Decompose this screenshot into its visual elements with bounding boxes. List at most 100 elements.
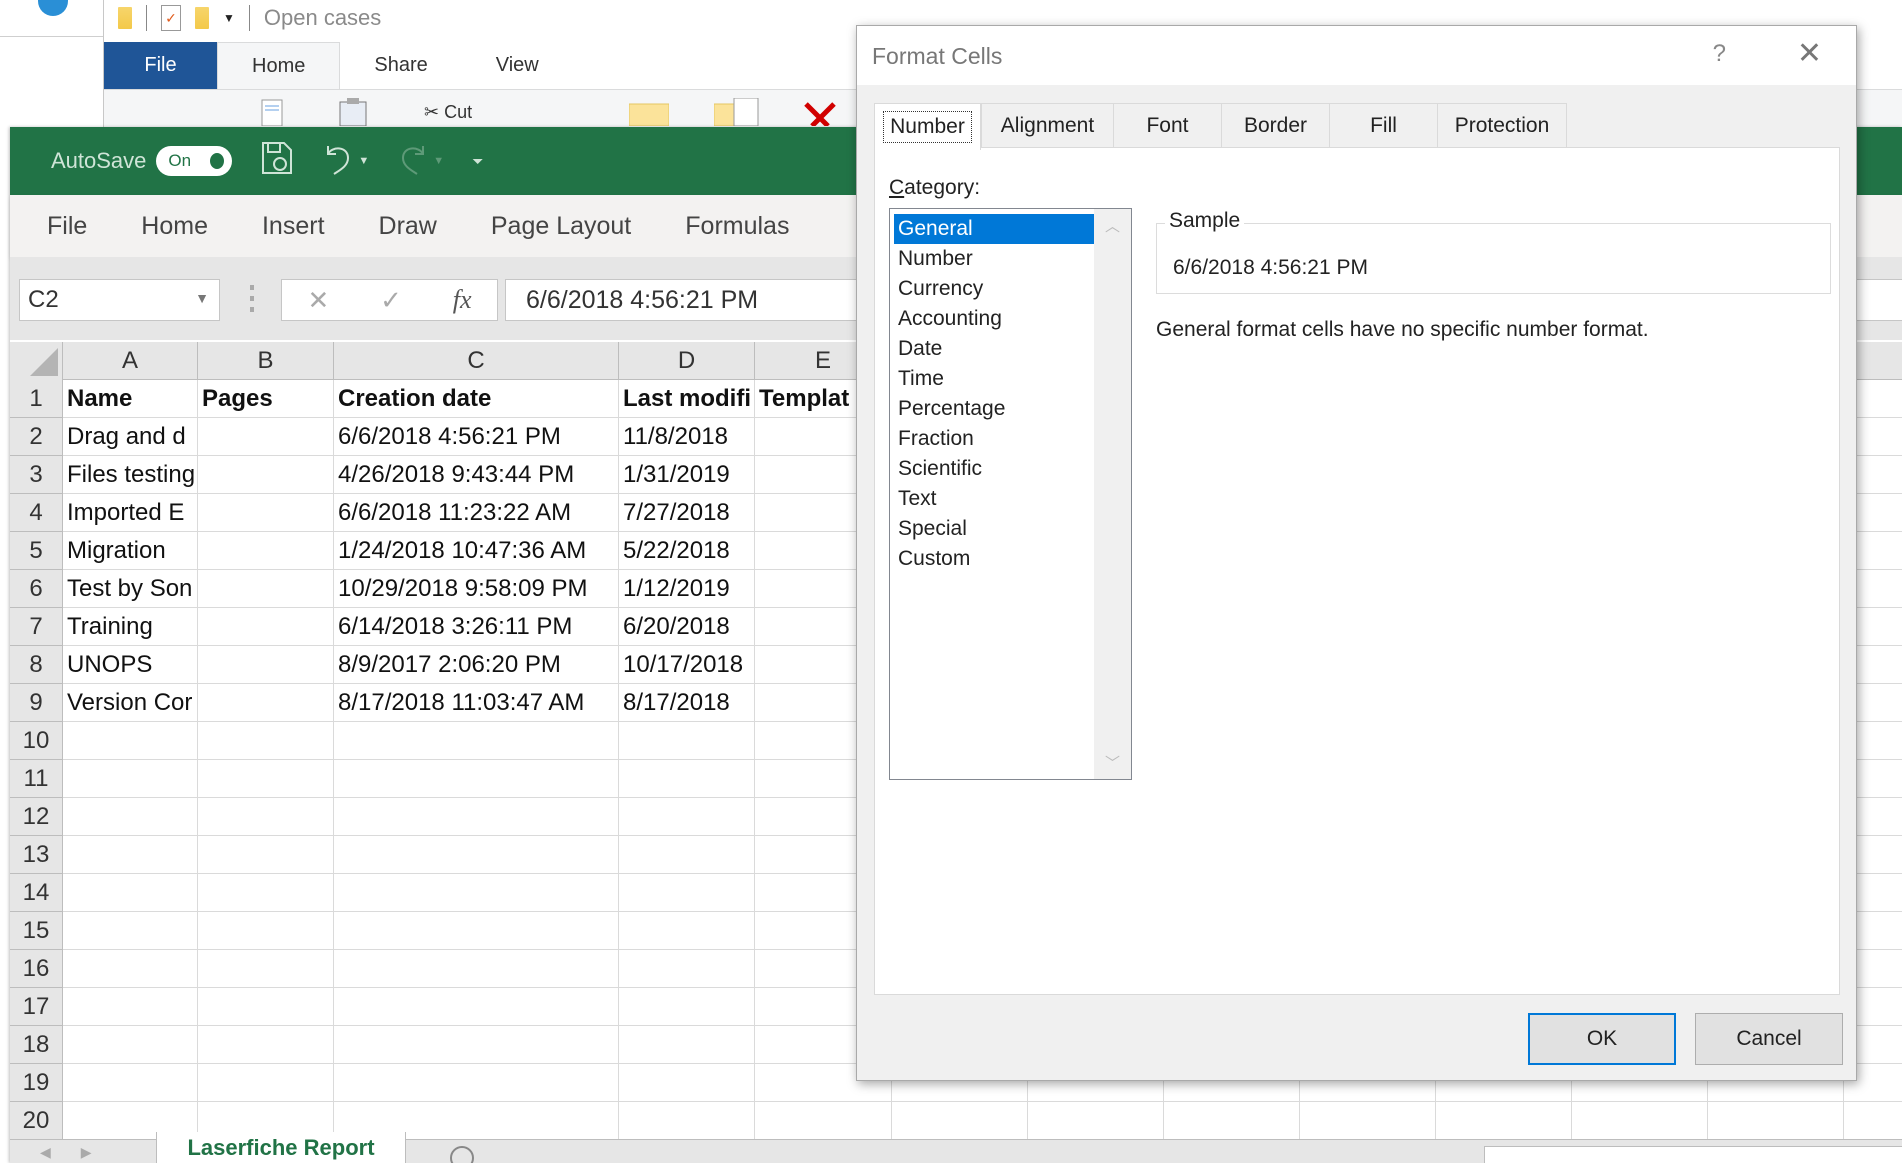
table-cell[interactable] (619, 722, 755, 760)
table-cell[interactable] (619, 950, 755, 988)
sheet-nav-arrows[interactable]: ◀▶ (40, 1144, 122, 1161)
row-header[interactable]: 17 (10, 988, 63, 1026)
table-cell[interactable] (619, 1064, 755, 1102)
tab-page-layout[interactable]: Page Layout (491, 212, 631, 241)
table-cell[interactable] (619, 1026, 755, 1064)
row-header[interactable]: 3 (10, 456, 63, 494)
row-header[interactable]: 15 (10, 912, 63, 950)
row-header[interactable]: 20 (10, 1102, 63, 1140)
row-header[interactable]: 11 (10, 760, 63, 798)
table-cell[interactable] (63, 836, 198, 874)
explorer-tab-share[interactable]: Share (340, 42, 461, 89)
tab-font[interactable]: Font (1113, 103, 1221, 148)
table-cell[interactable] (619, 874, 755, 912)
table-cell[interactable]: 10/29/2018 9:58:09 PM (334, 570, 619, 608)
scroll-down-icon[interactable]: ﹀ (1094, 752, 1131, 773)
table-cell[interactable] (63, 988, 198, 1026)
table-cell[interactable]: 7/27/2018 (619, 494, 755, 532)
table-cell[interactable] (198, 494, 334, 532)
scroll-up-icon[interactable]: ︿ (1094, 215, 1131, 236)
customize-dropdown-icon[interactable]: ▼ (223, 11, 235, 25)
table-cell[interactable] (198, 1026, 334, 1064)
table-cell[interactable] (334, 760, 619, 798)
undo-icon[interactable] (322, 140, 354, 183)
category-item[interactable]: General (894, 214, 1094, 244)
table-cell[interactable] (198, 760, 334, 798)
table-cell[interactable]: 8/17/2018 (619, 684, 755, 722)
category-item[interactable]: Percentage (894, 394, 1094, 424)
table-cell[interactable]: 4/26/2018 9:43:44 PM (334, 456, 619, 494)
table-cell[interactable] (619, 912, 755, 950)
row-header[interactable]: 13 (10, 836, 63, 874)
table-cell[interactable] (619, 760, 755, 798)
table-cell[interactable] (198, 950, 334, 988)
tab-fill[interactable]: Fill (1329, 103, 1437, 148)
row-header[interactable]: 9 (10, 684, 63, 722)
table-cell[interactable] (1708, 1102, 1844, 1140)
category-item[interactable]: Currency (894, 274, 1094, 304)
tab-protection[interactable]: Protection (1437, 103, 1567, 148)
table-cell[interactable] (334, 988, 619, 1026)
table-cell[interactable] (198, 722, 334, 760)
category-item[interactable]: Special (894, 514, 1094, 544)
tab-alignment[interactable]: Alignment (981, 103, 1113, 148)
table-cell[interactable] (619, 988, 755, 1026)
table-cell[interactable]: 6/14/2018 3:26:11 PM (334, 608, 619, 646)
redo-dropdown-icon[interactable]: ▼ (433, 155, 444, 167)
save-icon[interactable] (260, 140, 294, 183)
redo-icon[interactable] (397, 140, 429, 183)
category-item[interactable]: Accounting (894, 304, 1094, 334)
table-cell[interactable] (198, 418, 334, 456)
table-cell[interactable] (198, 456, 334, 494)
row-header[interactable]: 14 (10, 874, 63, 912)
table-cell[interactable] (198, 570, 334, 608)
row-header[interactable]: 7 (10, 608, 63, 646)
tab-number[interactable]: Number (874, 103, 981, 150)
category-item[interactable]: Scientific (894, 454, 1094, 484)
undo-dropdown-icon[interactable]: ▼ (358, 155, 369, 167)
table-cell[interactable]: Last modifi (619, 380, 755, 418)
row-header[interactable]: 10 (10, 722, 63, 760)
table-cell[interactable]: 11/8/2018 (619, 418, 755, 456)
table-cell[interactable]: Files testing (63, 456, 198, 494)
table-cell[interactable] (198, 798, 334, 836)
tab-formulas[interactable]: Formulas (685, 212, 789, 241)
copy-to-folder-icon[interactable] (713, 97, 759, 127)
insert-function-icon[interactable]: fx (453, 285, 472, 315)
table-cell[interactable] (334, 950, 619, 988)
table-cell[interactable] (334, 1026, 619, 1064)
formula-bar-resize-handle[interactable] (250, 285, 254, 313)
table-cell[interactable] (334, 798, 619, 836)
table-cell[interactable] (1164, 1102, 1300, 1140)
row-header[interactable]: 4 (10, 494, 63, 532)
row-header[interactable]: 5 (10, 532, 63, 570)
table-cell[interactable]: Name (63, 380, 198, 418)
explorer-tab-home[interactable]: Home (217, 42, 341, 89)
table-cell[interactable]: Training (63, 608, 198, 646)
column-header[interactable]: C (334, 342, 619, 380)
table-cell[interactable]: Migration (63, 532, 198, 570)
table-cell[interactable] (63, 1064, 198, 1102)
category-item[interactable]: Number (894, 244, 1094, 274)
add-sheet-icon[interactable] (450, 1146, 474, 1163)
tab-draw[interactable]: Draw (379, 212, 437, 241)
table-cell[interactable] (198, 874, 334, 912)
close-icon[interactable]: ✕ (1797, 36, 1822, 71)
tab-border[interactable]: Border (1221, 103, 1329, 148)
table-cell[interactable] (334, 836, 619, 874)
table-cell[interactable]: Version Cor (63, 684, 198, 722)
table-cell[interactable] (63, 912, 198, 950)
table-cell[interactable] (1028, 1102, 1164, 1140)
category-item[interactable]: Date (894, 334, 1094, 364)
table-cell[interactable] (1300, 1102, 1436, 1140)
table-cell[interactable] (63, 798, 198, 836)
delete-icon[interactable] (804, 98, 844, 128)
row-header[interactable]: 8 (10, 646, 63, 684)
column-header[interactable]: D (619, 342, 755, 380)
table-cell[interactable]: Test by Son (63, 570, 198, 608)
table-cell[interactable] (334, 912, 619, 950)
table-cell[interactable]: UNOPS (63, 646, 198, 684)
table-cell[interactable] (198, 532, 334, 570)
table-cell[interactable] (619, 1102, 755, 1140)
help-icon[interactable]: ? (1713, 40, 1726, 68)
